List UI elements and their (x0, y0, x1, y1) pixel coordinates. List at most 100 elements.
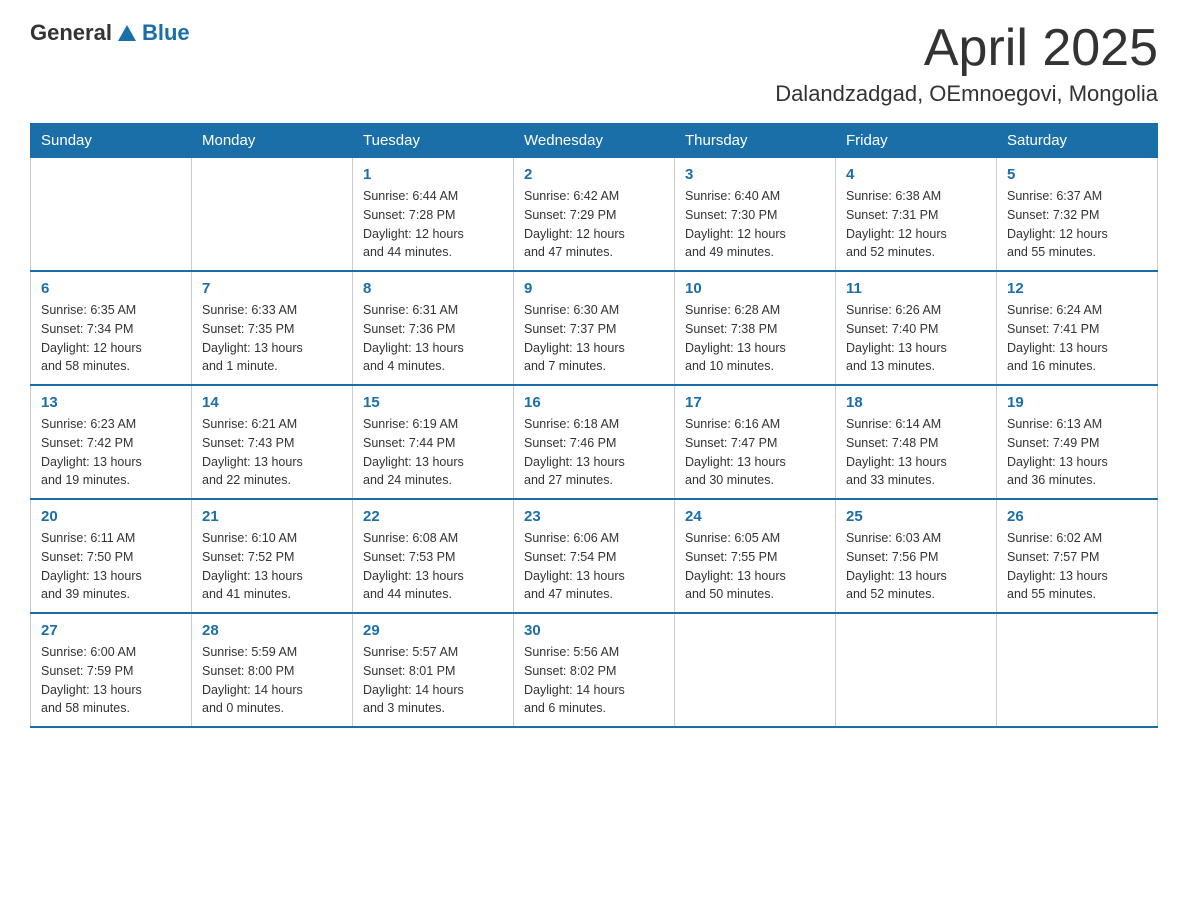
day-info: Sunrise: 6:00 AM Sunset: 7:59 PM Dayligh… (41, 643, 181, 718)
day-info: Sunrise: 6:21 AM Sunset: 7:43 PM Dayligh… (202, 415, 342, 490)
weekday-header-friday: Friday (836, 124, 997, 158)
calendar-week-row: 20Sunrise: 6:11 AM Sunset: 7:50 PM Dayli… (31, 499, 1158, 613)
day-info: Sunrise: 6:08 AM Sunset: 7:53 PM Dayligh… (363, 529, 503, 604)
calendar-cell: 27 Sunrise: 6:00 AM Sunset: 7:59 PM Dayli… (31, 613, 192, 727)
day-info: Sunrise: 5:59 AM Sunset: 8:00 PM Dayligh… (202, 643, 342, 718)
calendar-cell: 17 Sunrise: 6:16 AM Sunset: 7:47 PM Dayli… (675, 385, 836, 499)
logo-triangle-icon (118, 25, 136, 41)
weekday-header-wednesday: Wednesday (514, 124, 675, 158)
day-number: 11 (846, 280, 986, 297)
day-info: Sunrise: 6:06 AM Sunset: 7:54 PM Dayligh… (524, 529, 664, 604)
logo-general-text: General (30, 20, 112, 46)
day-number: 28 (202, 622, 342, 639)
day-info: Sunrise: 6:26 AM Sunset: 7:40 PM Dayligh… (846, 301, 986, 376)
calendar-cell: 9 Sunrise: 6:30 AM Sunset: 7:37 PM Daylig… (514, 271, 675, 385)
day-info: Sunrise: 6:16 AM Sunset: 7:47 PM Dayligh… (685, 415, 825, 490)
calendar-cell: 1 Sunrise: 6:44 AM Sunset: 7:28 PM Daylig… (353, 158, 514, 272)
weekday-header-row: SundayMondayTuesdayWednesdayThursdayFrid… (31, 124, 1158, 158)
day-info: Sunrise: 5:57 AM Sunset: 8:01 PM Dayligh… (363, 643, 503, 718)
calendar-cell: 19 Sunrise: 6:13 AM Sunset: 7:49 PM Dayli… (997, 385, 1158, 499)
day-number: 27 (41, 622, 181, 639)
calendar-cell: 6 Sunrise: 6:35 AM Sunset: 7:34 PM Daylig… (31, 271, 192, 385)
day-info: Sunrise: 6:35 AM Sunset: 7:34 PM Dayligh… (41, 301, 181, 376)
day-number: 25 (846, 508, 986, 525)
day-info: Sunrise: 6:28 AM Sunset: 7:38 PM Dayligh… (685, 301, 825, 376)
title-block: April 2025 Dalandzadgad, OEmnoegovi, Mon… (775, 20, 1158, 107)
day-info: Sunrise: 6:19 AM Sunset: 7:44 PM Dayligh… (363, 415, 503, 490)
day-info: Sunrise: 6:13 AM Sunset: 7:49 PM Dayligh… (1007, 415, 1147, 490)
day-info: Sunrise: 6:42 AM Sunset: 7:29 PM Dayligh… (524, 187, 664, 262)
calendar-cell: 15 Sunrise: 6:19 AM Sunset: 7:44 PM Dayli… (353, 385, 514, 499)
day-number: 6 (41, 280, 181, 297)
day-number: 17 (685, 394, 825, 411)
day-number: 23 (524, 508, 664, 525)
day-info: Sunrise: 6:44 AM Sunset: 7:28 PM Dayligh… (363, 187, 503, 262)
calendar-cell: 3Sunrise: 6:40 AM Sunset: 7:30 PM Daylig… (675, 158, 836, 272)
calendar-cell: 21 Sunrise: 6:10 AM Sunset: 7:52 PM Dayli… (192, 499, 353, 613)
calendar-cell: 16 Sunrise: 6:18 AM Sunset: 7:46 PM Dayli… (514, 385, 675, 499)
day-number: 10 (685, 280, 825, 297)
calendar-cell: 26 Sunrise: 6:02 AM Sunset: 7:57 PM Dayli… (997, 499, 1158, 613)
day-info: Sunrise: 6:14 AM Sunset: 7:48 PM Dayligh… (846, 415, 986, 490)
month-title: April 2025 (775, 20, 1158, 77)
calendar-cell: 30 Sunrise: 5:56 AM Sunset: 8:02 PM Dayli… (514, 613, 675, 727)
calendar-cell (192, 158, 353, 272)
day-number: 15 (363, 394, 503, 411)
day-number: 4 (846, 166, 986, 183)
day-info: Sunrise: 6:10 AM Sunset: 7:52 PM Dayligh… (202, 529, 342, 604)
day-number: 5 (1007, 166, 1147, 183)
day-info: Sunrise: 6:03 AM Sunset: 7:56 PM Dayligh… (846, 529, 986, 604)
day-info: Sunrise: 6:37 AM Sunset: 7:32 PM Dayligh… (1007, 187, 1147, 262)
weekday-header-tuesday: Tuesday (353, 124, 514, 158)
logo: General Blue (30, 20, 190, 46)
day-number: 8 (363, 280, 503, 297)
day-number: 12 (1007, 280, 1147, 297)
day-number: 13 (41, 394, 181, 411)
calendar-cell (675, 613, 836, 727)
day-info: Sunrise: 6:23 AM Sunset: 7:42 PM Dayligh… (41, 415, 181, 490)
day-number: 22 (363, 508, 503, 525)
calendar-week-row: 1 Sunrise: 6:44 AM Sunset: 7:28 PM Daylig… (31, 158, 1158, 272)
calendar-cell: 23 Sunrise: 6:06 AM Sunset: 7:54 PM Dayli… (514, 499, 675, 613)
day-number: 1 (363, 166, 503, 183)
weekday-header-thursday: Thursday (675, 124, 836, 158)
calendar-cell: 20Sunrise: 6:11 AM Sunset: 7:50 PM Dayli… (31, 499, 192, 613)
weekday-header-monday: Monday (192, 124, 353, 158)
day-number: 29 (363, 622, 503, 639)
calendar-table: SundayMondayTuesdayWednesdayThursdayFrid… (30, 123, 1158, 728)
day-number: 9 (524, 280, 664, 297)
calendar-cell (997, 613, 1158, 727)
calendar-cell: 29 Sunrise: 5:57 AM Sunset: 8:01 PM Dayli… (353, 613, 514, 727)
calendar-cell: 11 Sunrise: 6:26 AM Sunset: 7:40 PM Dayli… (836, 271, 997, 385)
day-info: Sunrise: 6:11 AM Sunset: 7:50 PM Dayligh… (41, 529, 181, 604)
calendar-cell: 18 Sunrise: 6:14 AM Sunset: 7:48 PM Dayli… (836, 385, 997, 499)
day-info: Sunrise: 6:18 AM Sunset: 7:46 PM Dayligh… (524, 415, 664, 490)
calendar-cell (31, 158, 192, 272)
day-info: Sunrise: 6:38 AM Sunset: 7:31 PM Dayligh… (846, 187, 986, 262)
day-number: 7 (202, 280, 342, 297)
calendar-cell: 7 Sunrise: 6:33 AM Sunset: 7:35 PM Daylig… (192, 271, 353, 385)
calendar-cell: 10 Sunrise: 6:28 AM Sunset: 7:38 PM Dayli… (675, 271, 836, 385)
day-info: Sunrise: 6:24 AM Sunset: 7:41 PM Dayligh… (1007, 301, 1147, 376)
day-info: Sunrise: 6:30 AM Sunset: 7:37 PM Dayligh… (524, 301, 664, 376)
calendar-week-row: 6 Sunrise: 6:35 AM Sunset: 7:34 PM Daylig… (31, 271, 1158, 385)
day-number: 21 (202, 508, 342, 525)
calendar-cell: 4 Sunrise: 6:38 AM Sunset: 7:31 PM Daylig… (836, 158, 997, 272)
page-header: General Blue April 2025 Dalandzadgad, OE… (30, 20, 1158, 107)
day-number: 24 (685, 508, 825, 525)
calendar-cell: 13 Sunrise: 6:23 AM Sunset: 7:42 PM Dayli… (31, 385, 192, 499)
day-number: 16 (524, 394, 664, 411)
day-info: Sunrise: 6:33 AM Sunset: 7:35 PM Dayligh… (202, 301, 342, 376)
calendar-cell (836, 613, 997, 727)
day-number: 2 (524, 166, 664, 183)
day-info: Sunrise: 6:02 AM Sunset: 7:57 PM Dayligh… (1007, 529, 1147, 604)
day-info: Sunrise: 6:05 AM Sunset: 7:55 PM Dayligh… (685, 529, 825, 604)
day-number: 18 (846, 394, 986, 411)
calendar-cell: 28 Sunrise: 5:59 AM Sunset: 8:00 PM Dayli… (192, 613, 353, 727)
day-number: 30 (524, 622, 664, 639)
day-info: Sunrise: 5:56 AM Sunset: 8:02 PM Dayligh… (524, 643, 664, 718)
calendar-cell: 5 Sunrise: 6:37 AM Sunset: 7:32 PM Daylig… (997, 158, 1158, 272)
day-number: 19 (1007, 394, 1147, 411)
day-number: 26 (1007, 508, 1147, 525)
calendar-cell: 14Sunrise: 6:21 AM Sunset: 7:43 PM Dayli… (192, 385, 353, 499)
